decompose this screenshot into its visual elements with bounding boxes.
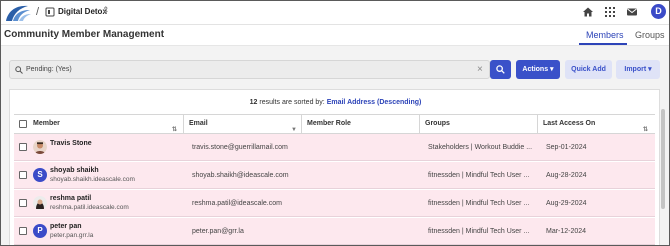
member-groups: fitnessden | Mindful Tech User ... (428, 172, 530, 179)
member-email: shoyab.shaikh@ideascale.com (192, 172, 289, 179)
column-email[interactable]: Email ▼ (184, 115, 302, 133)
sort-field-link[interactable]: Email Address (Descending) (327, 99, 422, 106)
member-last-access: Mar-12-2024 (546, 228, 587, 235)
member-last-access: Sep-01-2024 (546, 144, 587, 151)
member-avatar: S (33, 168, 47, 182)
search-input[interactable]: Pending: (Yes) × (9, 60, 490, 79)
member-name[interactable]: shoyab shaikh (50, 167, 99, 174)
main-content: Pending: (Yes) × Actions ▾ Quick Add Imp… (1, 46, 669, 245)
table-row[interactable]: S shoyab shaikh shoyab.shaikh.ideascale.… (14, 162, 655, 189)
member-avatar (33, 196, 47, 210)
table-row[interactable]: Travis Stone travis.stone@guerrillamail.… (14, 134, 655, 161)
member-avatar (33, 140, 47, 154)
row-checkbox[interactable] (19, 199, 27, 207)
row-checkbox[interactable] (19, 143, 27, 151)
column-last-access-label: Last Access On (543, 120, 596, 127)
table-header: Member ⇅ Email ▼ Member Role Groups Last… (14, 114, 655, 134)
workspace-switch-icon[interactable]: ⇕ (102, 5, 110, 16)
row-checkbox[interactable] (19, 171, 27, 179)
column-member-role[interactable]: Member Role (302, 115, 420, 133)
results-text: results are sorted by: (257, 99, 327, 106)
column-groups[interactable]: Groups (420, 115, 538, 133)
member-last-access: Aug-28-2024 (546, 172, 587, 179)
grid-icon[interactable] (604, 6, 616, 18)
user-avatar[interactable]: D (651, 4, 666, 19)
column-email-label: Email (189, 120, 208, 127)
scrollbar-thumb[interactable] (661, 109, 665, 209)
member-username: peter.pan.grr.la (50, 232, 94, 239)
workspace-name[interactable]: Digital Detox (58, 7, 107, 16)
member-email: peter.pan@grr.la (192, 228, 244, 235)
top-bar: / Digital Detox ⇕ D (1, 1, 669, 25)
member-username: reshma.patil.ideascale.com (50, 204, 129, 211)
member-email: travis.stone@guerrillamail.com (192, 144, 288, 151)
member-groups: fitnessden | Mindful Tech User ... (428, 228, 530, 235)
column-role-label: Member Role (307, 120, 351, 127)
member-email: reshma.patil@ideascale.com (192, 200, 282, 207)
actions-button[interactable]: Actions ▾ (516, 60, 560, 79)
member-username: shoyab.shaikh.ideascale.com (50, 176, 135, 183)
page-title: Community Member Management (4, 29, 165, 40)
mail-icon[interactable] (626, 6, 638, 18)
scrollbar[interactable] (660, 89, 666, 245)
member-groups: Stakeholders | Workout Buddie ... (428, 144, 533, 151)
workspace-icon (45, 7, 55, 17)
search-icon (15, 66, 23, 74)
member-name[interactable]: peter pan (50, 223, 82, 230)
column-member-label: Member (33, 120, 60, 127)
tab-members[interactable]: Members (586, 30, 624, 40)
table-row[interactable]: P peter pan peter.pan.grr.la peter.pan@g… (14, 218, 655, 245)
app-window: / Digital Detox ⇕ D Community Member Man… (0, 0, 670, 246)
import-button[interactable]: Import ▾ (616, 60, 660, 79)
row-checkbox[interactable] (19, 227, 27, 235)
results-summary: 12 results are sorted by: Email Address … (10, 99, 661, 106)
member-avatar: P (33, 224, 47, 238)
member-last-access: Aug-29-2024 (546, 200, 587, 207)
members-panel: 12 results are sorted by: Email Address … (9, 89, 661, 245)
select-all-checkbox[interactable] (19, 120, 27, 128)
member-groups: fitnessden | Mindful Tech User ... (428, 200, 530, 207)
column-groups-label: Groups (425, 120, 450, 127)
column-last-access[interactable]: Last Access On ⇅ (538, 115, 655, 133)
search-button[interactable] (490, 60, 511, 79)
app-logo[interactable] (4, 3, 32, 23)
search-value: Pending: (Yes) (26, 66, 72, 73)
table-row[interactable]: reshma patil reshma.patil.ideascale.com … (14, 190, 655, 217)
member-name[interactable]: Travis Stone (50, 140, 92, 147)
search-icon (496, 65, 505, 74)
breadcrumb-separator: / (36, 6, 40, 18)
home-icon[interactable] (582, 6, 594, 18)
column-member[interactable]: Member ⇅ (14, 115, 184, 133)
clear-search-button[interactable]: × (477, 64, 483, 75)
tab-groups[interactable]: Groups (635, 30, 665, 40)
quick-add-button[interactable]: Quick Add (565, 60, 612, 79)
member-name[interactable]: reshma patil (50, 195, 91, 202)
